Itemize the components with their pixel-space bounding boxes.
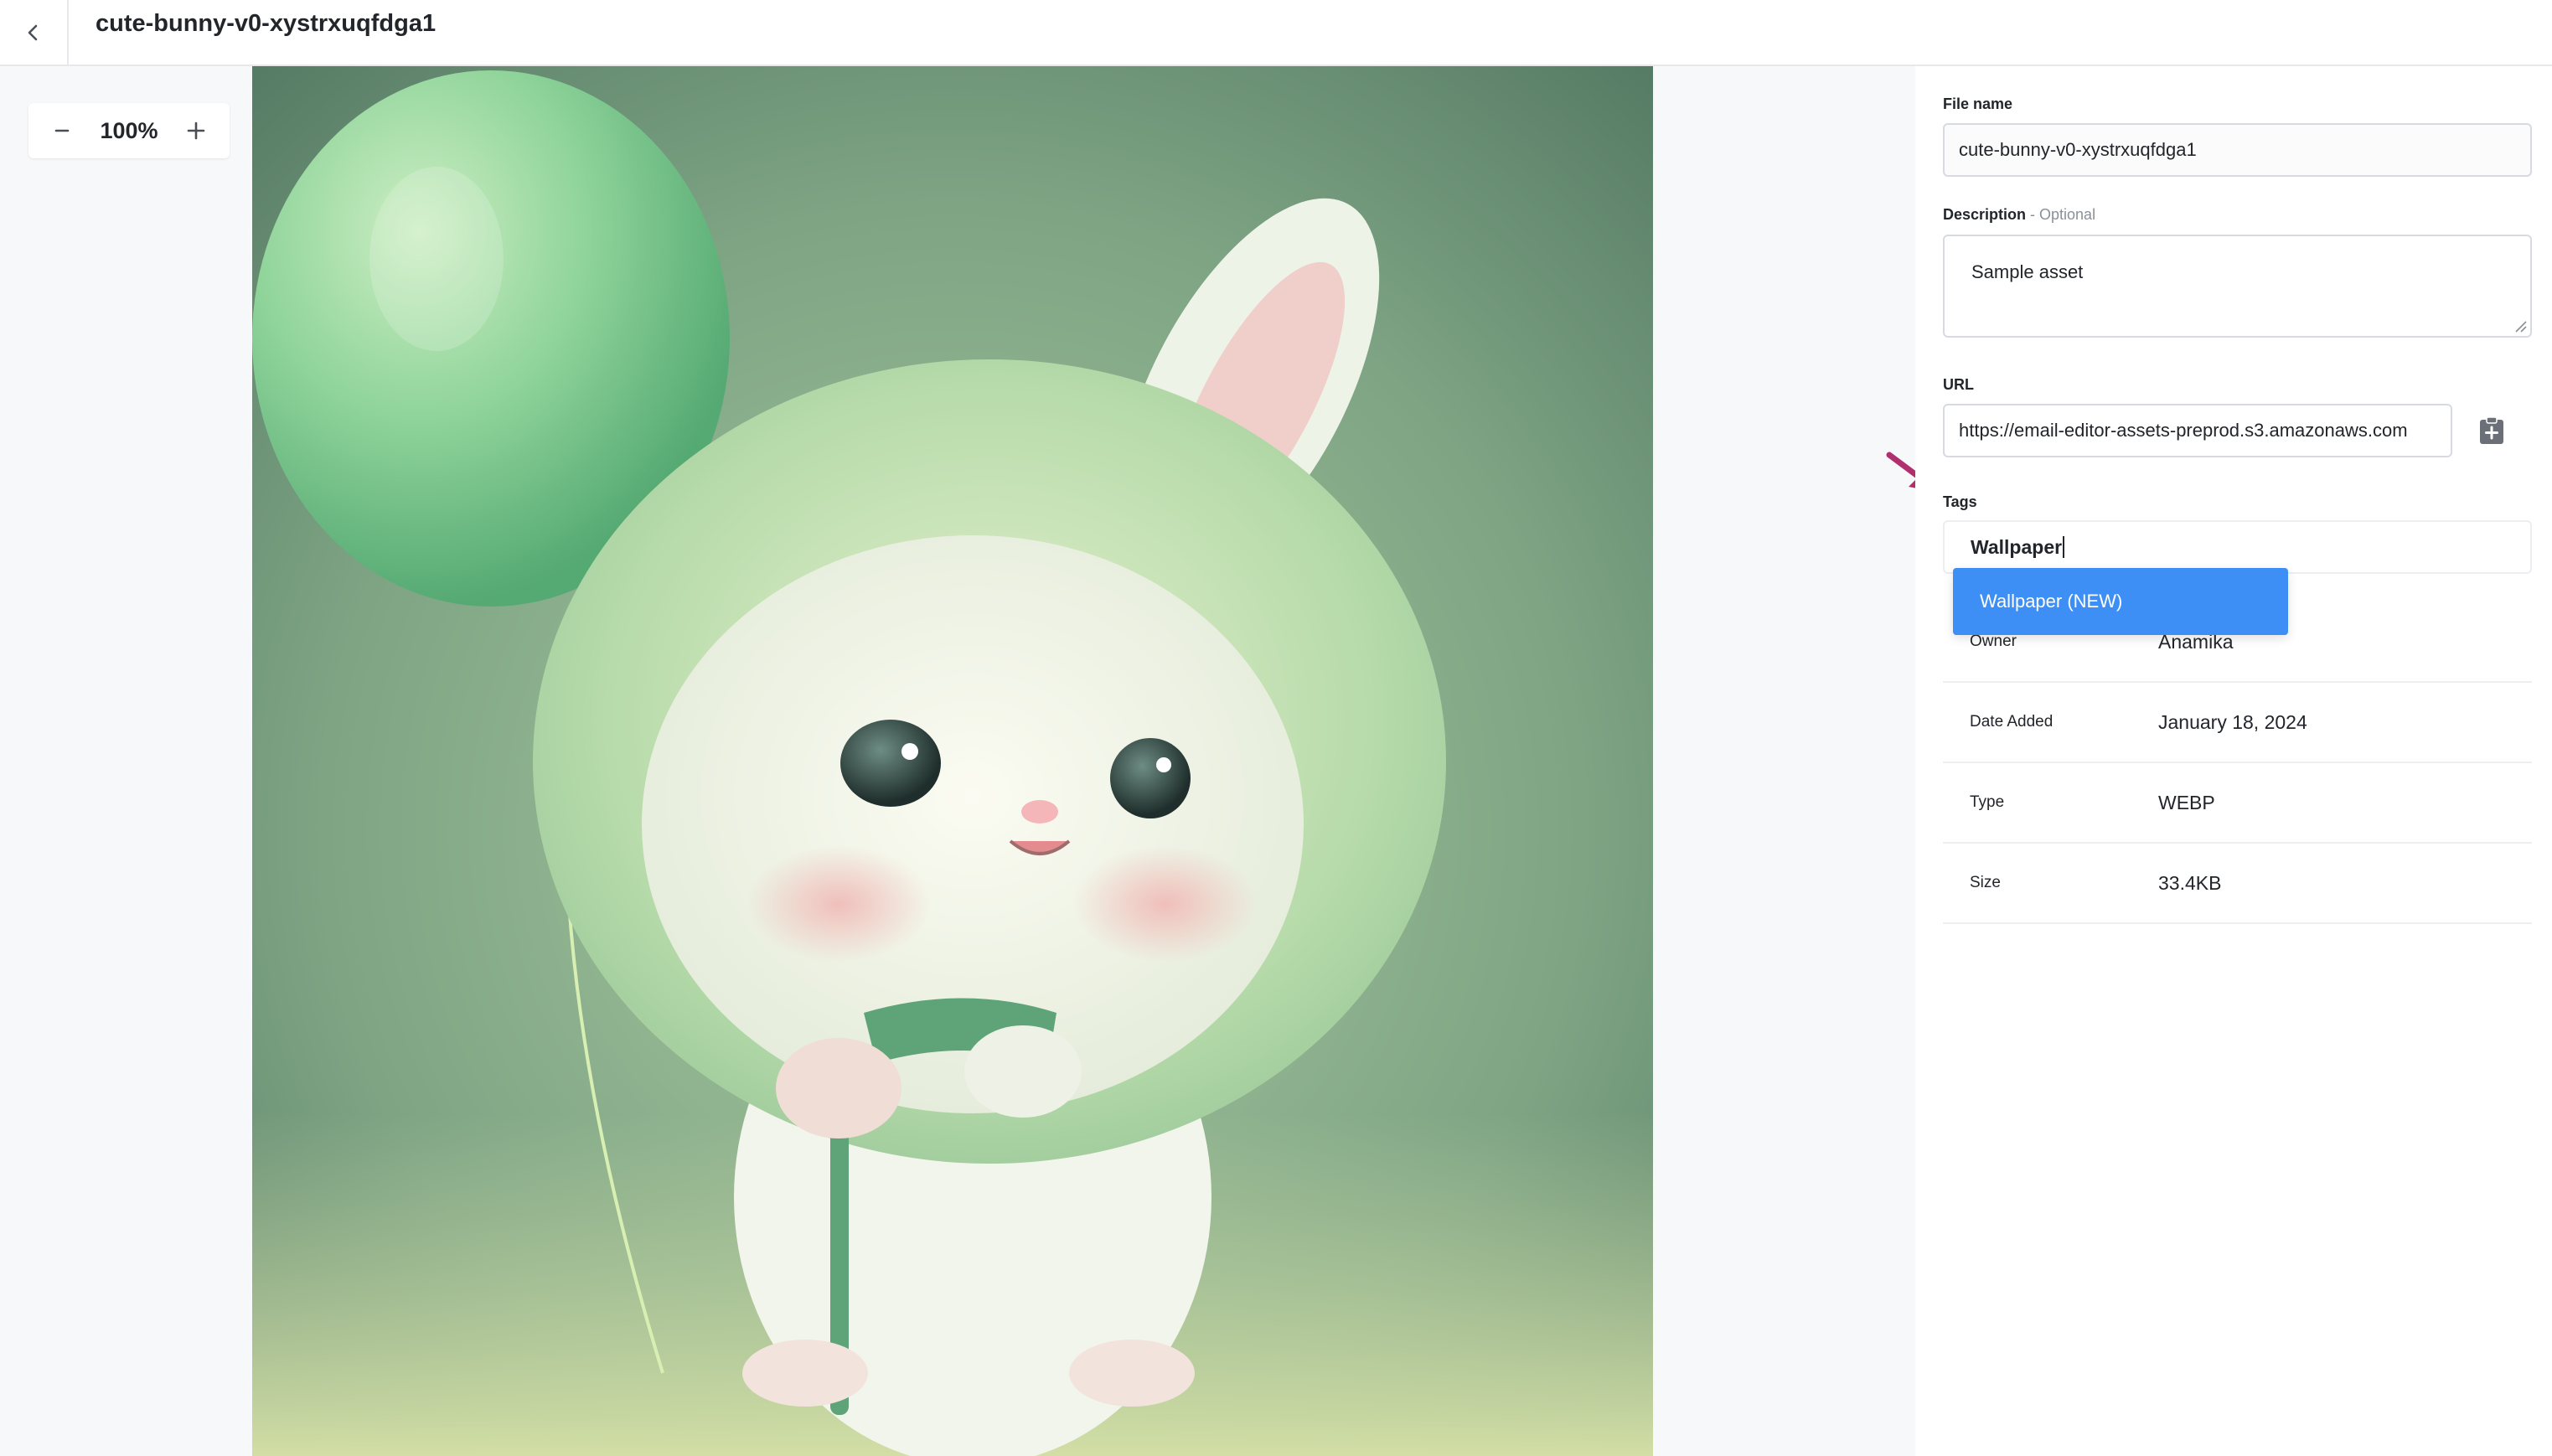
url-input[interactable]: https://email-editor-assets-preprod.s3.a… bbox=[1943, 404, 2452, 457]
plus-icon bbox=[187, 121, 205, 140]
url-value: https://email-editor-assets-preprod.s3.a… bbox=[1959, 420, 2408, 441]
text-caret bbox=[2063, 536, 2065, 558]
meta-value: 33.4KB bbox=[2158, 872, 2222, 894]
clipboard-plus-icon bbox=[2480, 416, 2503, 444]
tags-value: Wallpaper bbox=[1971, 535, 2063, 558]
tags-input[interactable]: Wallpaper bbox=[1943, 520, 2532, 574]
meta-row-type: Type WEBP bbox=[1943, 763, 2532, 844]
minus-icon bbox=[54, 129, 70, 132]
file-name-value: cute-bunny-v0-xystrxuqfdga1 bbox=[1959, 139, 2197, 160]
asset-details-panel: File name cute-bunny-v0-xystrxuqfdga1 De… bbox=[1915, 66, 2552, 1456]
resize-grip-icon[interactable] bbox=[2513, 319, 2527, 333]
meta-value: January 18, 2024 bbox=[2158, 711, 2307, 733]
description-value: Sample asset bbox=[1971, 261, 2084, 282]
zoom-in-button[interactable] bbox=[178, 112, 214, 149]
meta-key: Size bbox=[1970, 874, 2001, 891]
tags-label: Tags bbox=[1943, 493, 1977, 510]
meta-row-size: Size 33.4KB bbox=[1943, 844, 2532, 924]
tag-suggestion-label: Wallpaper (NEW) bbox=[1980, 591, 2123, 612]
top-bar: cute-bunny-v0-xystrxuqfdga1 bbox=[0, 0, 2552, 66]
optional-hint: - Optional bbox=[2026, 206, 2096, 223]
image-canvas: 100% bbox=[0, 66, 1915, 1456]
description-textarea[interactable]: Sample asset bbox=[1943, 235, 2532, 338]
file-name-input[interactable]: cute-bunny-v0-xystrxuqfdga1 bbox=[1943, 123, 2532, 177]
page-title: cute-bunny-v0-xystrxuqfdga1 bbox=[96, 10, 437, 37]
zoom-level: 100% bbox=[100, 117, 158, 143]
tag-suggestion-option[interactable]: Wallpaper (NEW) bbox=[1953, 568, 2288, 635]
meta-key: Date Added bbox=[1970, 713, 2053, 731]
description-label-text: Description bbox=[1943, 206, 2027, 223]
copy-url-button[interactable] bbox=[2475, 414, 2508, 447]
zoom-out-button[interactable] bbox=[44, 112, 80, 149]
chevron-left-icon bbox=[28, 24, 38, 40]
asset-preview-image bbox=[252, 66, 1653, 1456]
meta-key: Type bbox=[1970, 793, 2005, 811]
meta-row-date-added: Date Added January 18, 2024 bbox=[1943, 683, 2532, 763]
url-label: URL bbox=[1943, 376, 1974, 393]
description-label: Description - Optional bbox=[1943, 206, 2095, 224]
file-name-label: File name bbox=[1943, 96, 2013, 112]
zoom-control: 100% bbox=[28, 103, 230, 158]
metadata-table: Owner Anamika Date Added January 18, 202… bbox=[1943, 602, 2532, 924]
meta-value: WEBP bbox=[2158, 792, 2215, 813]
back-button[interactable] bbox=[0, 0, 69, 65]
